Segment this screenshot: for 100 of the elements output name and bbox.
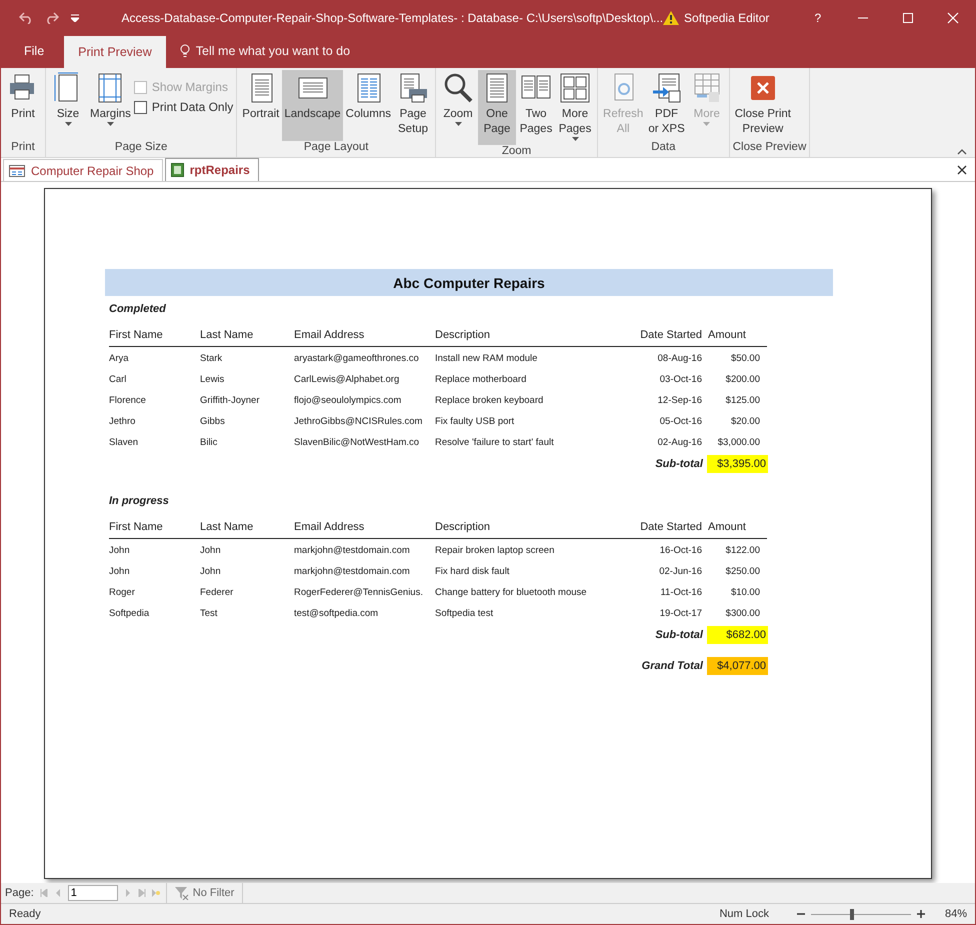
- table-cell-text: Carl: [109, 373, 128, 387]
- ribbon-button[interactable]: Landscape: [282, 70, 343, 141]
- table-cell-text: John: [200, 544, 222, 558]
- table-cell-text: aryastark@gameofthrones.co: [294, 352, 420, 366]
- table-cell-text: Bilic: [200, 436, 218, 450]
- undo-icon[interactable]: [19, 12, 33, 24]
- document-tab[interactable]: Computer Repair Shop: [3, 159, 163, 181]
- table-cell-text: Arya: [109, 352, 130, 366]
- table-cell-text: John: [109, 544, 131, 558]
- ribbon-button[interactable]: PDF or XPS: [646, 70, 687, 141]
- four-pages-icon: [559, 72, 592, 104]
- ribbon-button[interactable]: More Pages: [556, 70, 594, 145]
- table-cell-text: $250.00: [724, 565, 761, 579]
- section-heading: In progress: [108, 494, 170, 509]
- status-text: Ready: [9, 908, 41, 920]
- table-cell-text: test@softpedia.com: [294, 607, 380, 621]
- table-cell-text: 02-Aug-16: [656, 436, 702, 450]
- zoom-level: 84%: [944, 908, 967, 920]
- ribbon-button[interactable]: Size: [49, 70, 87, 141]
- redo-icon[interactable]: [45, 12, 59, 24]
- ribbon-button[interactable]: Two Pages: [517, 70, 556, 145]
- document-arrow-icon: [650, 72, 683, 104]
- ribbon-button[interactable]: Portrait: [240, 70, 282, 141]
- group-label: Page Layout: [302, 141, 370, 155]
- funnel-icon: [174, 886, 189, 900]
- table-cell-text: Roger: [109, 586, 136, 600]
- group-label: Data: [650, 141, 677, 155]
- close-icon[interactable]: [957, 164, 967, 174]
- table-cell-text: SlavenBilic@NotWestHam.co: [294, 436, 420, 450]
- table-cell-text: John: [109, 565, 131, 579]
- column-header: Email Address: [294, 511, 435, 539]
- table-cell-text: Repair broken laptop screen: [435, 544, 556, 558]
- group-label: Print: [10, 141, 36, 155]
- ribbon-tab[interactable]: File: [10, 34, 58, 68]
- total-amount: $3,395.00: [707, 455, 768, 473]
- ribbon-button[interactable]: One Page: [478, 70, 516, 145]
- table-cell-text: John: [200, 565, 222, 579]
- lightbulb-icon: [180, 44, 190, 58]
- table-cell-text: $200.00: [724, 373, 761, 387]
- table-cell-text: markjohn@testdomain.com: [294, 565, 411, 579]
- table-cell-text: $300.00: [724, 607, 761, 621]
- table-cell-text: flojo@seoulolympics.com: [294, 394, 402, 408]
- table-cell-text: 03-Oct-16: [658, 373, 702, 387]
- column-header: Amount: [702, 319, 767, 347]
- help-button[interactable]: ?: [795, 10, 840, 24]
- table-cell-text: 12-Sep-16: [656, 394, 702, 408]
- total-label: Sub-total: [655, 458, 703, 470]
- ribbon-button[interactable]: Page Setup: [394, 70, 432, 141]
- page-number-field[interactable]: 1: [68, 885, 118, 901]
- total-label: Sub-total: [655, 629, 703, 641]
- column-header: First Name: [109, 319, 200, 347]
- ribbon-button[interactable]: Margins: [88, 70, 133, 141]
- account-name[interactable]: Softpedia Editor: [684, 10, 770, 24]
- num-lock-indicator: Num Lock: [719, 908, 769, 920]
- table-cell-text: RogerFederer@TennisGenius.: [294, 586, 424, 600]
- table-cell-text: $122.00: [724, 544, 761, 558]
- report-title: Abc Computer Repairs: [105, 269, 833, 296]
- column-header: First Name: [109, 511, 200, 539]
- group-label: Page Size: [114, 141, 168, 155]
- form-icon: [9, 164, 25, 176]
- checkbox[interactable]: Print Data Only: [134, 100, 234, 114]
- table-cell-text: Stark: [200, 352, 224, 366]
- customize-icon[interactable]: [71, 14, 79, 22]
- column-header: Date Started: [595, 511, 702, 539]
- table-cell-text: $125.00: [724, 394, 761, 408]
- section-heading: Completed: [108, 302, 167, 317]
- table-cell-text: 16-Oct-16: [658, 544, 702, 558]
- warning-icon: [663, 10, 680, 24]
- table-cell-text: 05-Oct-16: [658, 415, 702, 429]
- column-header: Description: [435, 511, 595, 539]
- magnifier-icon: [442, 72, 474, 104]
- table-cell-text: Florence: [109, 394, 147, 408]
- table-cell-text: Fix faulty USB port: [435, 415, 516, 429]
- table-cell-text: Test: [200, 607, 218, 621]
- total-label: Grand Total: [642, 660, 703, 672]
- ribbon-button[interactable]: Close Print Preview: [732, 70, 793, 141]
- column-header: Date Started: [595, 319, 702, 347]
- group-label: Zoom: [500, 145, 532, 157]
- ribbon-tab[interactable]: Print Preview: [64, 36, 166, 68]
- table-cell-text: 19-Oct-17: [658, 607, 702, 621]
- ribbon-button[interactable]: Columns: [344, 70, 394, 141]
- table-cell-text: CarlLewis@Alphabet.org: [294, 373, 400, 387]
- table-cell-text: 02-Jun-16: [658, 565, 702, 579]
- table-cell-text: $3,000.00: [716, 436, 761, 450]
- ribbon-button[interactable]: Print: [4, 70, 42, 141]
- table-cell-text: Replace broken keyboard: [435, 394, 544, 408]
- zoom-in-icon[interactable]: [916, 910, 925, 918]
- tell-me-field[interactable]: Tell me what you want to do: [196, 44, 350, 58]
- table-cell-text: Jethro: [109, 415, 136, 429]
- document-tab[interactable]: rptRepairs: [164, 158, 259, 181]
- total-amount: $682.00: [707, 626, 768, 644]
- table-cell-text: Lewis: [200, 373, 226, 387]
- table-cell-text: $50.00: [730, 352, 761, 366]
- table-cell-text: Slaven: [109, 436, 140, 450]
- table-cell-text: Resolve 'failure to start' fault: [435, 436, 555, 450]
- table-cell-text: Fix hard disk fault: [435, 565, 510, 579]
- table-cell-text: Install new RAM module: [435, 352, 538, 366]
- maximize-icon[interactable]: [902, 12, 914, 24]
- collapse-icon[interactable]: [957, 149, 967, 155]
- ribbon-button[interactable]: Zoom: [439, 70, 478, 145]
